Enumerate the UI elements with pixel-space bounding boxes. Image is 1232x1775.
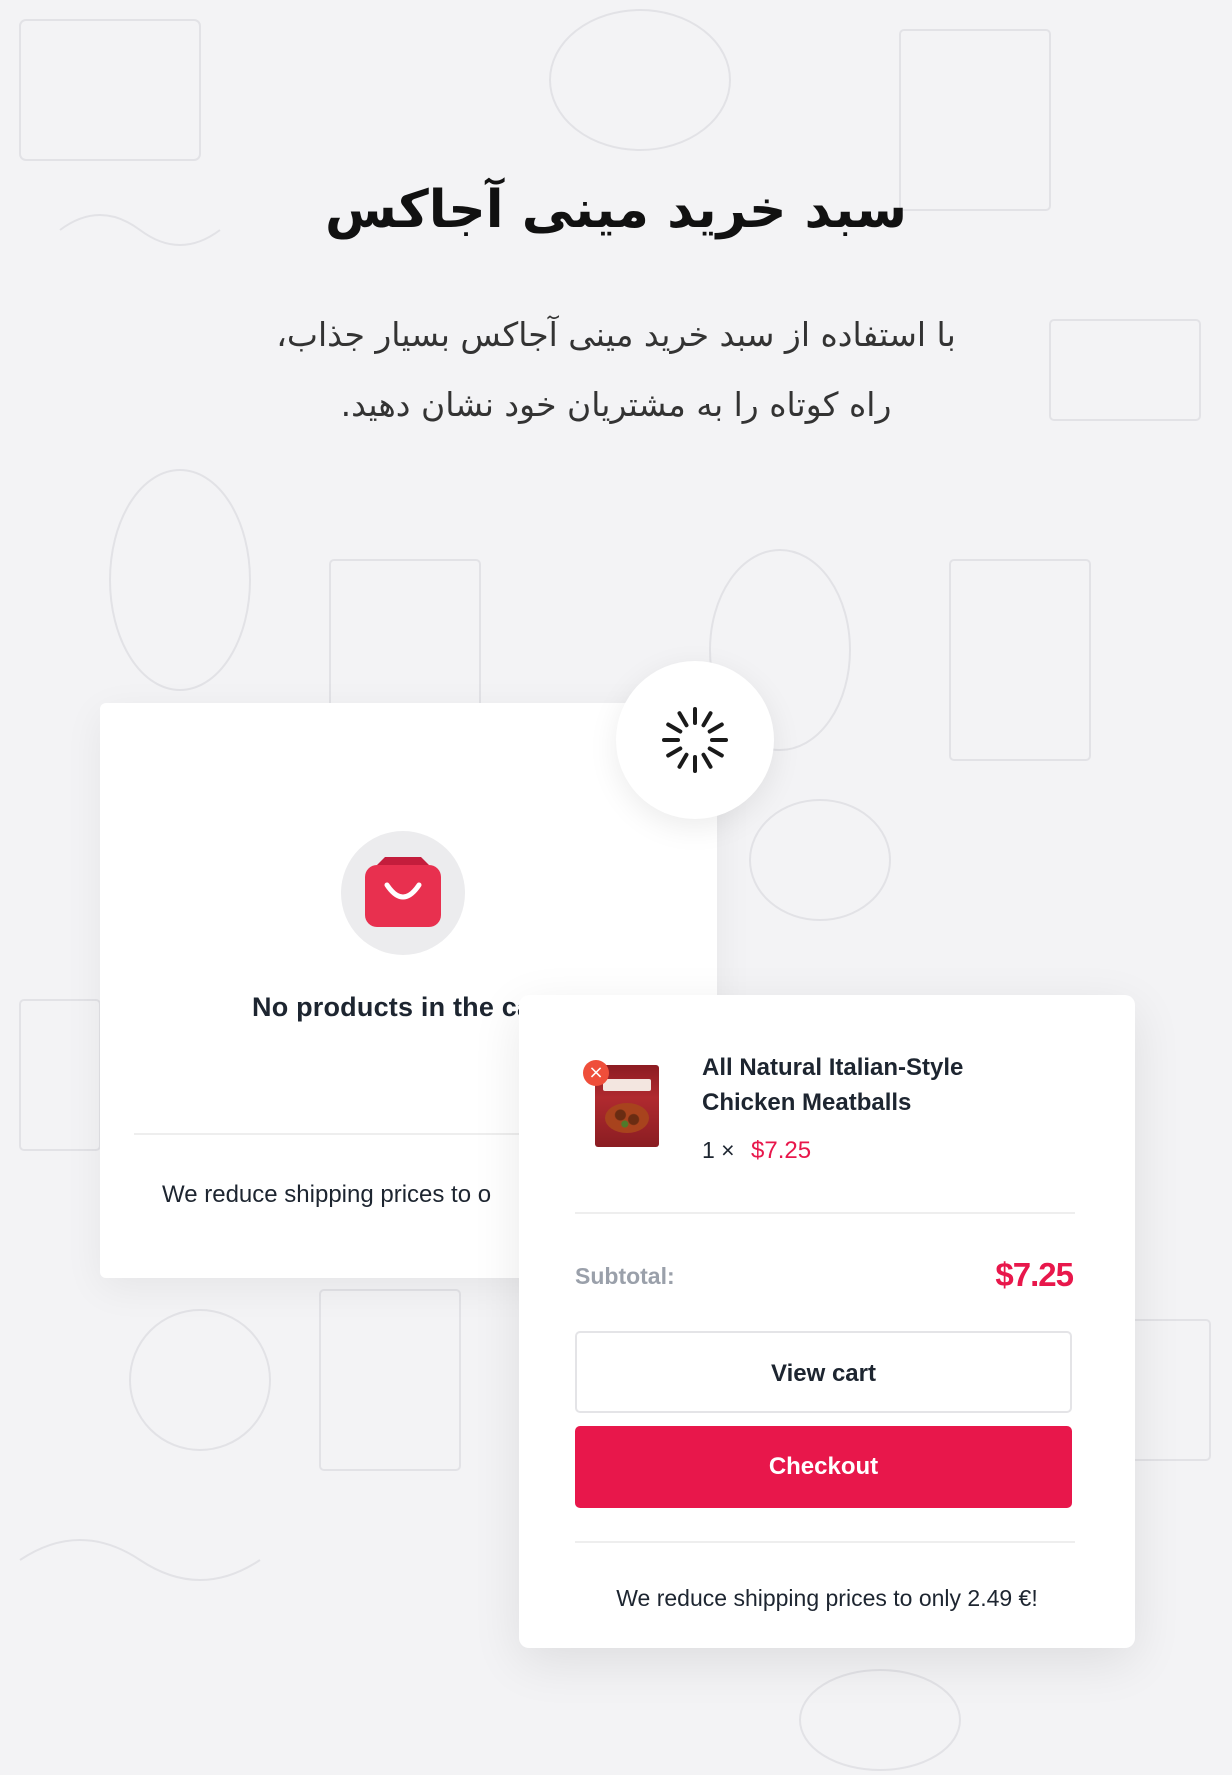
subtotal-value: $7.25 xyxy=(995,1256,1074,1293)
package-label xyxy=(603,1079,651,1091)
spinner-icon xyxy=(662,707,728,773)
item-price: $7.25 xyxy=(751,1137,812,1164)
product-name-line-1[interactable]: All Natural Italian-Style xyxy=(702,1054,963,1081)
remove-item-button[interactable]: × xyxy=(583,1060,609,1086)
subtotal-label: Subtotal: xyxy=(575,1263,675,1289)
item-quantity: 1 × xyxy=(702,1137,735,1163)
mini-cart-panel: × All Natural Italian-Style Chicken Meat… xyxy=(519,995,1135,1648)
shipping-note: We reduce shipping prices to only 2.49 €… xyxy=(616,1585,1038,1611)
empty-cart-message: No products in the ca xyxy=(252,992,533,1022)
divider xyxy=(575,1541,1075,1543)
subtitle-line-2: راه کوتاه را به مشتریان خود نشان دهید. xyxy=(340,385,892,424)
page-subtitle: با استفاده از سبد خرید مینی آجاکس بسیار … xyxy=(200,300,1032,440)
shipping-note: We reduce shipping prices to o xyxy=(162,1181,492,1208)
product-name-line-2[interactable]: Chicken Meatballs xyxy=(702,1089,911,1116)
product-name[interactable]: All Natural Italian-Style Chicken Meatba… xyxy=(702,1050,1042,1120)
loading-indicator xyxy=(616,661,774,819)
empty-cart-icon-circle xyxy=(341,831,465,955)
divider xyxy=(575,1212,1075,1214)
checkout-button[interactable]: Checkout xyxy=(575,1426,1072,1508)
package-food-image xyxy=(605,1103,649,1133)
shopping-bag-icon xyxy=(365,857,441,927)
page-title: سبد خرید مینی آجاکس xyxy=(325,180,907,240)
subtitle-line-1: با استفاده از سبد خرید مینی آجاکس بسیار … xyxy=(276,315,956,354)
view-cart-button[interactable]: View cart xyxy=(575,1331,1072,1413)
